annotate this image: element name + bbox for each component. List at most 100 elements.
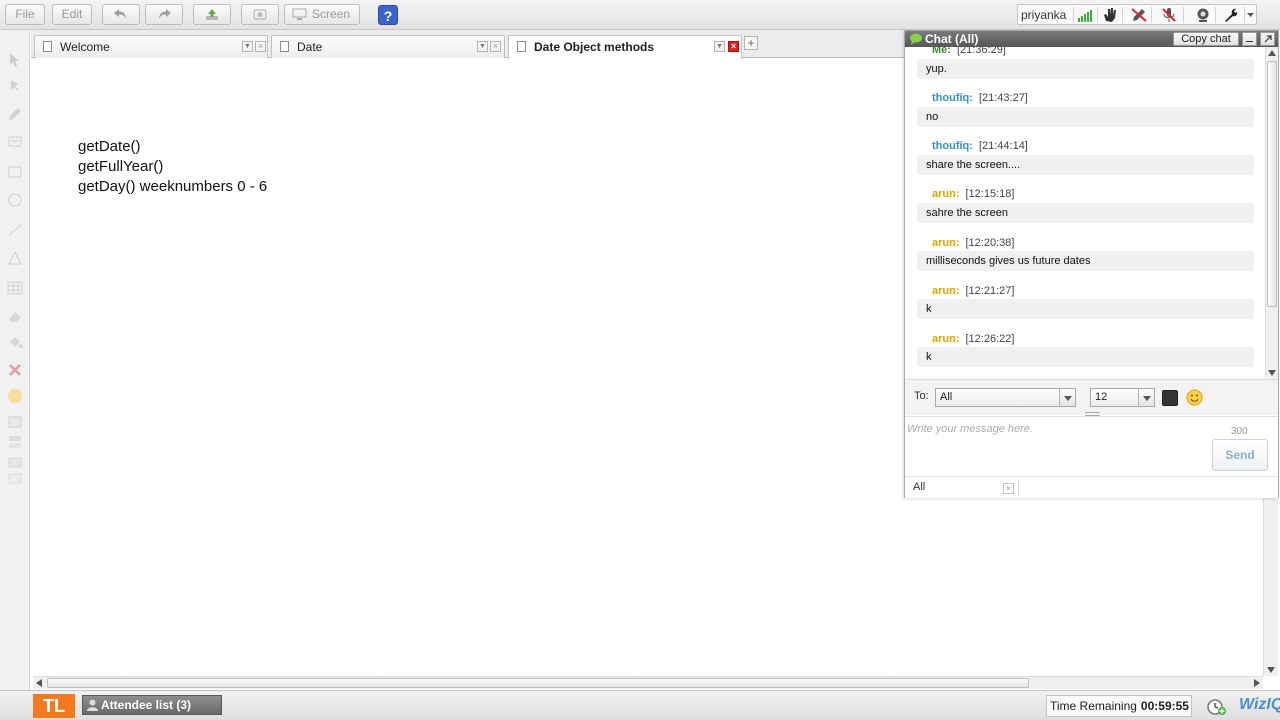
close-icon[interactable]: × <box>1003 483 1014 494</box>
attendee-list-button[interactable]: Attendee list (3) <box>82 695 222 715</box>
microphone-icon[interactable] <box>1160 7 1178 23</box>
chat-footer: All × <box>905 476 1278 498</box>
document-tab-bar: Welcome ▼ × Date ▼ × Date Object methods… <box>31 30 904 59</box>
chat-message-list[interactable]: Me: [21:36:29] yup. thoufiq: [21:43:27] no… <box>905 47 1265 379</box>
eraser-tool-icon[interactable] <box>6 308 24 324</box>
delete-tool-icon[interactable] <box>6 362 24 378</box>
chat-message-header: Me: [21:36:29] <box>932 47 1006 56</box>
whiteboard-horizontal-scrollbar[interactable] <box>33 676 1263 689</box>
screen-share-button[interactable]: Screen <box>284 4 360 25</box>
time-remaining: Time Remaining 00:59:55 <box>1046 695 1192 717</box>
sticker-tool-icon[interactable] <box>6 388 24 404</box>
recipient-value: All <box>940 391 953 403</box>
chat-scrollbar[interactable] <box>1265 47 1278 379</box>
close-icon[interactable]: × <box>728 41 739 52</box>
wrench-icon[interactable] <box>1222 7 1240 23</box>
more-tool-icon[interactable] <box>6 470 24 486</box>
popout-icon[interactable] <box>1260 32 1275 46</box>
chat-message-text: share the screen.... <box>917 155 1254 175</box>
recipient-select[interactable]: All <box>935 388 1076 407</box>
highlighter-tool-icon[interactable] <box>6 134 24 150</box>
chat-panel: Chat (All) Copy chat Me: [21:36:29] yup. … <box>904 30 1279 498</box>
chat-title: Chat (All) <box>925 32 979 46</box>
whiteboard-text-line: getFullYear() <box>78 158 164 175</box>
scrollbar-thumb[interactable] <box>47 678 1029 688</box>
scroll-up-arrow-icon[interactable] <box>1268 50 1276 56</box>
close-icon[interactable]: × <box>490 41 501 52</box>
tab-date[interactable]: Date ▼ × <box>271 35 505 58</box>
close-icon[interactable]: × <box>255 41 266 52</box>
chat-message-header: thoufiq: [21:44:14] <box>932 140 1028 152</box>
chevron-down-icon[interactable] <box>1059 389 1075 406</box>
character-limit: 300 <box>1231 426 1248 437</box>
undo-button[interactable] <box>102 4 140 25</box>
line-tool-icon[interactable] <box>6 222 24 238</box>
text-color-swatch[interactable] <box>1162 390 1178 406</box>
sender-name: thoufiq: <box>932 92 973 104</box>
image-tool-icon[interactable] <box>6 434 24 450</box>
pointer-tool-icon[interactable] <box>6 78 24 94</box>
edit-menu-button[interactable]: Edit <box>52 4 92 25</box>
divider <box>1073 7 1074 23</box>
upload-icon <box>206 9 218 20</box>
table-tool-icon[interactable] <box>6 280 24 296</box>
tab-menu-icon[interactable]: ▼ <box>242 41 253 52</box>
tab-menu-icon[interactable]: ▼ <box>477 41 488 52</box>
chat-message-text: milliseconds gives us future dates <box>917 251 1254 271</box>
chat-message-text: sahre the screen <box>917 203 1254 223</box>
record-button[interactable] <box>241 4 279 25</box>
minimize-icon[interactable] <box>1242 32 1257 46</box>
scroll-down-arrow-icon[interactable] <box>1267 667 1275 673</box>
sender-name: arun: <box>932 237 960 249</box>
time-remaining-label: Time Remaining <box>1050 699 1137 713</box>
message-time: [12:21:27] <box>965 285 1015 297</box>
pencil-tool-icon[interactable] <box>6 106 24 122</box>
divider <box>1151 7 1152 23</box>
message-time: [12:20:38] <box>965 237 1015 249</box>
chat-filter[interactable]: All × <box>907 479 1019 496</box>
redo-button[interactable] <box>145 4 183 25</box>
monitor-icon <box>292 8 307 20</box>
chevron-down-icon[interactable] <box>1138 389 1154 406</box>
tab-date-object-methods[interactable]: Date Object methods ▼ × <box>508 35 742 59</box>
chevron-down-icon[interactable] <box>1244 7 1257 23</box>
sender-name: arun: <box>932 285 960 297</box>
text-tool-icon[interactable] <box>6 414 24 430</box>
tab-menu-icon[interactable]: ▼ <box>714 41 725 52</box>
pen-icon[interactable] <box>1130 7 1148 23</box>
divider <box>1215 7 1216 23</box>
webcam-icon[interactable] <box>1194 7 1212 23</box>
help-button[interactable]: ? <box>378 5 398 25</box>
copy-chat-button[interactable]: Copy chat <box>1173 32 1239 46</box>
scrollbar-thumb[interactable] <box>1267 61 1277 307</box>
layer-tool-icon[interactable] <box>6 454 24 470</box>
triangle-tool-icon[interactable] <box>6 250 24 266</box>
user-icon <box>87 699 98 711</box>
upload-button[interactable] <box>193 4 231 25</box>
smiley-icon[interactable] <box>1186 389 1203 406</box>
circle-tool-icon[interactable] <box>6 192 24 208</box>
send-button[interactable]: Send <box>1212 439 1268 471</box>
clock-icon[interactable] <box>1204 695 1228 717</box>
chat-message-input[interactable] <box>907 423 1205 471</box>
tl-logo[interactable]: TL <box>33 694 75 718</box>
fill-tool-icon[interactable] <box>6 334 24 350</box>
tab-welcome[interactable]: Welcome ▼ × <box>34 35 268 58</box>
scroll-right-arrow-icon[interactable] <box>1254 679 1260 687</box>
font-size-select[interactable]: 12 <box>1090 388 1155 407</box>
rectangle-tool-icon[interactable] <box>6 164 24 180</box>
chat-message-header: arun: [12:26:22] <box>932 333 1014 345</box>
undo-arrow-icon <box>114 9 126 19</box>
to-label: To: <box>914 390 929 402</box>
scroll-down-arrow-icon[interactable] <box>1268 370 1276 376</box>
sender-name: thoufiq: <box>932 140 973 152</box>
file-menu-button[interactable]: File <box>5 4 45 25</box>
scroll-left-arrow-icon[interactable] <box>36 679 42 687</box>
whiteboard-text-line: getDay() weeknumbers 0 - 6 <box>78 178 268 195</box>
select-tool-icon[interactable] <box>6 52 24 68</box>
signal-bars-icon <box>1078 10 1092 22</box>
message-time: [21:36:29] <box>956 47 1006 56</box>
chat-filter-value: All <box>913 481 926 493</box>
add-tab-button[interactable]: + <box>744 36 758 50</box>
raise-hand-icon[interactable] <box>1101 7 1119 23</box>
